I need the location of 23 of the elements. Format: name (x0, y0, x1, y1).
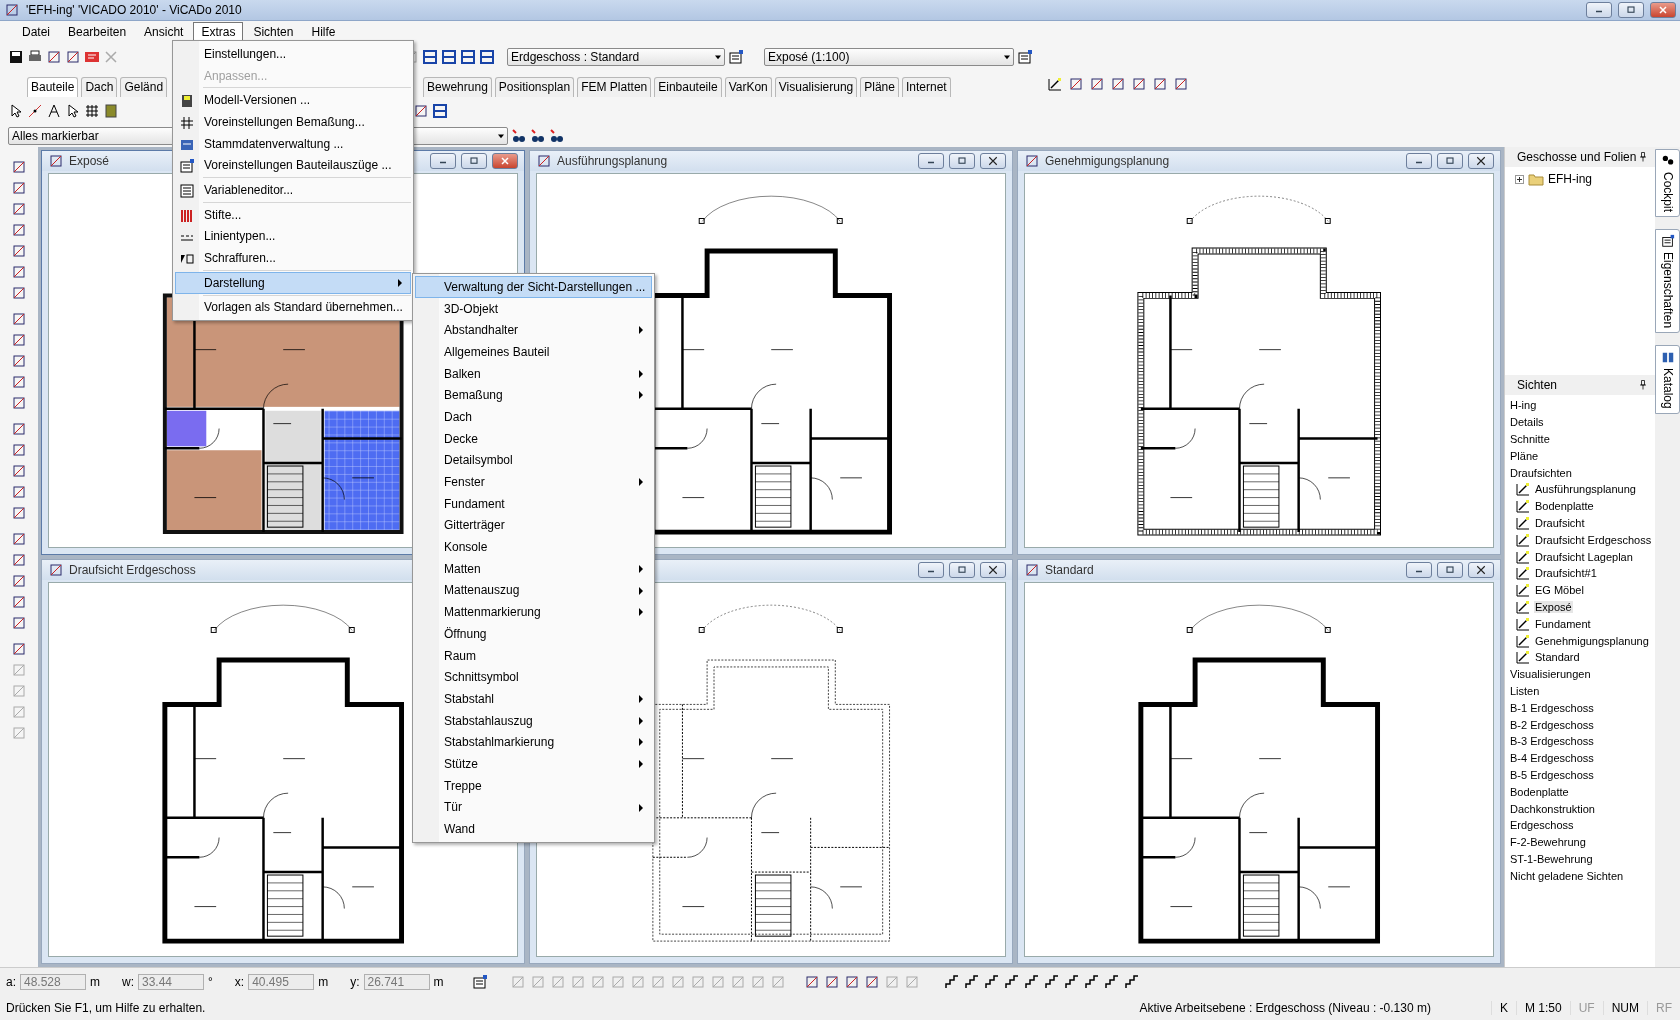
view-window-title: Draufsicht Erdgeschoss (69, 563, 196, 577)
coordinate-label: w: (122, 975, 134, 989)
status-indicator: K (1490, 1001, 1516, 1015)
view-window-title: Exposé (69, 154, 110, 168)
view-window-title: Genehmigungsplanung (1045, 154, 1170, 168)
status-indicator: M 1:50 (1516, 1001, 1570, 1015)
status-indicator: NUM (1602, 1001, 1647, 1015)
panel-title: Geschosse und Folien (1517, 150, 1637, 164)
unit-label: m (90, 975, 100, 989)
unit-label: m (433, 975, 444, 989)
status-hint: Drücken Sie F1, um Hilfe zu erhalten. (6, 1001, 207, 1015)
panel-title: Sichten (1517, 378, 1558, 392)
status-indicator: RF (1647, 1001, 1680, 1015)
work-plane-status: Aktive Arbeitsebene : Erdgeschoss (Niveau : -0.130 m) (1139, 1001, 1432, 1015)
view-window-title: Ausführungsplanung (557, 154, 668, 168)
unit-label: m (318, 975, 329, 989)
status-indicator: UF (1569, 1001, 1603, 1015)
coordinate-label: x: (234, 975, 245, 989)
coordinate-label: a: (6, 975, 16, 989)
view-window-title: Standard (1045, 563, 1094, 577)
unit-label: ° (208, 975, 213, 989)
coordinate-label: y: (350, 975, 360, 989)
window-title: 'EFH-ing' 'VICADO 2010' - ViCADo 2010 (26, 3, 243, 17)
